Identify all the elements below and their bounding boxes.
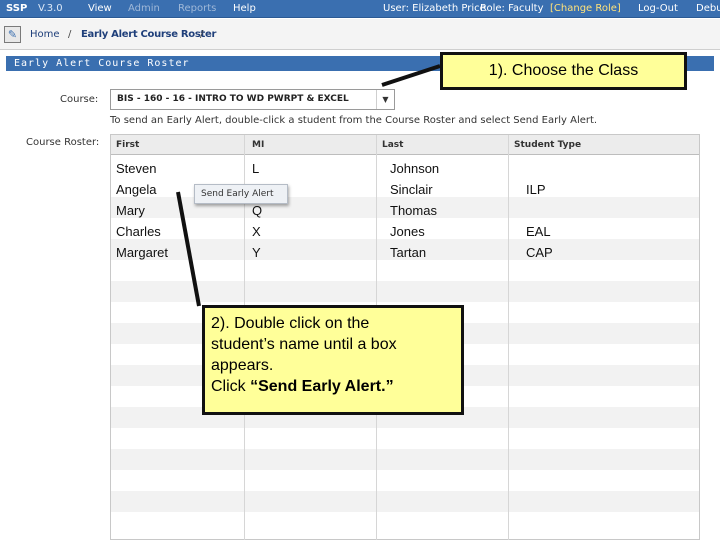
menu-view[interactable]: View: [88, 3, 112, 14]
logout-link[interactable]: Log-Out: [638, 3, 678, 14]
column-header-student-type[interactable]: Student Type: [514, 140, 581, 150]
course-roster-label: Course Roster:: [26, 137, 100, 148]
edit-icon[interactable]: ✎: [4, 26, 21, 43]
callout-step-2-click: Click: [211, 378, 251, 395]
callout-step-1: 1). Choose the Class: [440, 52, 687, 90]
course-select[interactable]: BIS - 160 - 16 - INTRO TO WD PWRPT & EXC…: [110, 89, 395, 110]
callout-step-2-line: student’s name until a box: [211, 336, 397, 353]
breadcrumb-current[interactable]: Early Alert Course Roster: [81, 29, 216, 40]
callout-step-2-line: 2). Double click on the: [211, 315, 370, 332]
course-label: Course:: [60, 94, 99, 105]
top-navigation-bar: SSP V.3.0 View Admin Reports Help User: …: [0, 0, 720, 18]
student-first-name[interactable]: Margaret: [116, 245, 168, 260]
app-logo: SSP: [6, 3, 28, 14]
student-type[interactable]: EAL: [526, 224, 551, 239]
student-last-name[interactable]: Jones: [390, 224, 425, 239]
menu-admin[interactable]: Admin: [128, 3, 160, 14]
breadcrumb-separator: /: [68, 29, 72, 40]
course-selected-value: BIS - 160 - 16 - INTRO TO WD PWRPT & EXC…: [117, 94, 349, 104]
column-header-mi[interactable]: MI: [252, 140, 264, 150]
student-type[interactable]: ILP: [526, 182, 546, 197]
callout-step-2: 2). Double click on the student’s name u…: [202, 305, 464, 415]
change-role-link[interactable]: [Change Role]: [550, 3, 621, 14]
breadcrumb: ✎ Home / Early Alert Course Roster /: [0, 19, 720, 50]
column-divider: [508, 135, 509, 540]
chevron-down-icon[interactable]: ▼: [376, 90, 394, 109]
app-version: V.3.0: [38, 3, 63, 14]
student-middle-initial[interactable]: Q: [252, 203, 262, 218]
callout-step-2-line: appears.: [211, 357, 274, 374]
current-user: User: Elizabeth Price: [383, 3, 486, 14]
menu-help[interactable]: Help: [233, 3, 256, 14]
student-middle-initial[interactable]: Y: [252, 245, 261, 260]
table-row-stripe: [111, 281, 699, 302]
current-role: Role: Faculty: [480, 3, 544, 14]
student-first-name[interactable]: Charles: [116, 224, 161, 239]
student-first-name[interactable]: Mary: [116, 203, 145, 218]
student-middle-initial[interactable]: L: [252, 161, 259, 176]
callout-step-2-action: “Send Early Alert.”: [250, 378, 394, 395]
student-last-name[interactable]: Sinclair: [390, 182, 433, 197]
student-middle-initial[interactable]: X: [252, 224, 261, 239]
student-first-name[interactable]: Steven: [116, 161, 156, 176]
student-last-name[interactable]: Thomas: [390, 203, 437, 218]
menu-reports[interactable]: Reports: [178, 3, 216, 14]
debug-link[interactable]: Debu: [696, 3, 720, 14]
column-header-first[interactable]: First: [116, 140, 139, 150]
table-header: First MI Last Student Type: [111, 135, 699, 155]
student-last-name[interactable]: Johnson: [390, 161, 439, 176]
table-row-stripe: [111, 449, 699, 470]
breadcrumb-separator: /: [200, 29, 204, 40]
student-first-name[interactable]: Angela: [116, 182, 156, 197]
student-type[interactable]: CAP: [526, 245, 553, 260]
breadcrumb-home[interactable]: Home: [30, 29, 60, 40]
column-header-last[interactable]: Last: [382, 140, 403, 150]
send-early-alert-menu-item[interactable]: Send Early Alert: [194, 184, 288, 204]
student-last-name[interactable]: Tartan: [390, 245, 426, 260]
instructions-text: To send an Early Alert, double-click a s…: [110, 115, 598, 126]
table-row-stripe: [111, 491, 699, 512]
callout-step-2-line: Click “Send Early Alert.”: [211, 376, 461, 397]
